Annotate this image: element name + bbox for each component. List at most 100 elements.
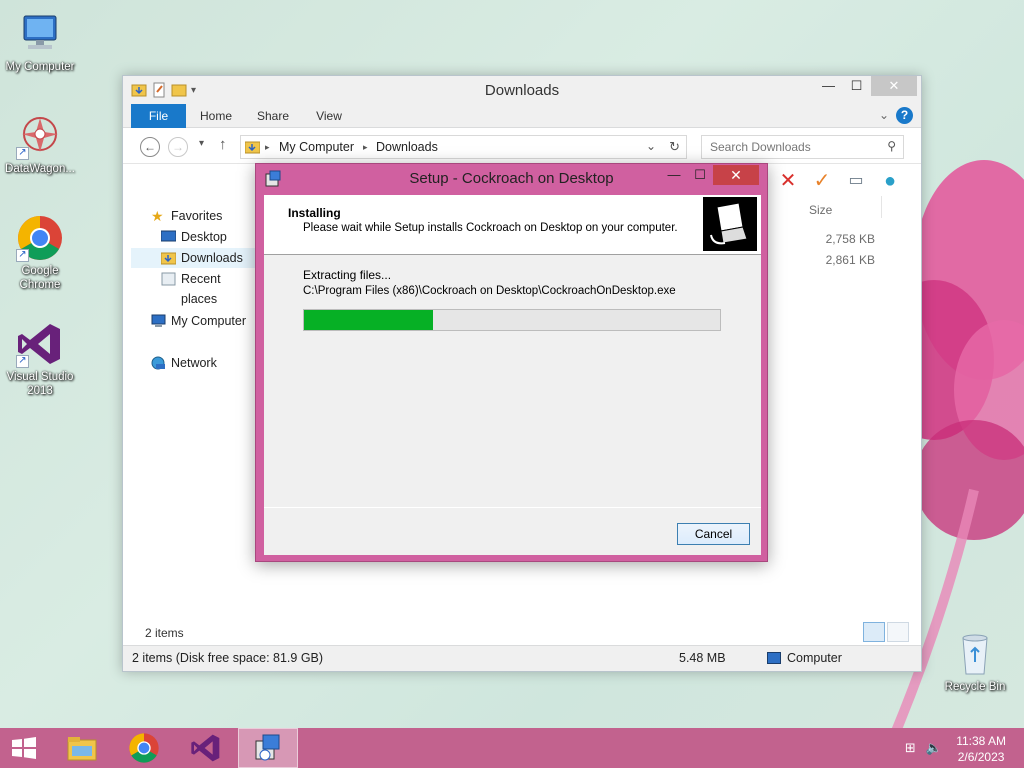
tab-file[interactable]: File [131,104,186,128]
desktop-icon-label: Google Chrome [19,265,61,291]
back-button[interactable]: ← [140,137,160,157]
recent-places-icon [161,272,176,286]
maximize-button[interactable]: ☐ [843,76,870,96]
nav-recent-places[interactable]: Recent places [161,269,255,306]
nav-network[interactable]: Network [151,353,217,373]
details-view-button[interactable] [863,622,885,642]
network-icon [151,356,165,370]
nav-my-computer[interactable]: My Computer [151,311,247,331]
status-location: Computer [787,651,842,665]
search-icon: ⚲ [887,139,896,153]
network-tray-icon[interactable]: ⊞ [905,740,916,756]
datawagon-icon: ↗ [16,112,64,160]
status-size: 5.48 MB [679,651,726,665]
desktop-icon-label: My Computer [5,61,75,73]
installer-icon [255,734,280,761]
crumb-my-computer[interactable]: My Computer [279,140,354,154]
taskbar-visual-studio[interactable] [176,728,236,768]
column-divider [881,196,882,218]
status-computer-icon [767,652,781,664]
crumb-downloads[interactable]: Downloads [376,140,438,154]
crumb-separator: ▸ [265,142,270,152]
shortcut-arrow-icon: ↗ [16,249,29,262]
search-placeholder: Search Downloads [710,140,811,154]
cancel-button[interactable]: Cancel [677,523,750,545]
nav-label: My Computer [171,314,247,328]
nav-favorites[interactable]: ★ Favorites [151,206,223,226]
desktop-icon-datawagon[interactable]: ↗ DataWagon... [0,112,80,176]
close-button[interactable]: ✕ [871,76,917,96]
chrome-icon: ↗ [16,214,64,262]
address-dropdown-icon[interactable]: ⌄ [646,139,656,153]
setup-subheading: Please wait while Setup installs Cockroa… [303,222,678,234]
desktop-icon-chrome[interactable]: ↗ Google Chrome [0,214,80,292]
desktop-icon-visual-studio[interactable]: ↗ Visual Studio 2013 [0,320,80,398]
setup-maximize-button[interactable]: ☐ [687,166,713,186]
system-tray: ⊞ 🔈 [905,740,942,756]
setup-separator [264,507,761,508]
ribbon-expand-icon[interactable]: ⌄ [879,108,889,122]
nav-label: Desktop [181,230,227,244]
shortcut-arrow-icon: ↗ [16,147,29,160]
navigation-pane: ★ Favorites Desktop Downloads Recent pla… [123,197,255,627]
taskbar-clock[interactable]: 11:38 AM 2/6/2023 [956,733,1006,765]
tab-view[interactable]: View [311,104,347,128]
address-bar[interactable]: ▸ My Computer ▸ Downloads ⌄ ↻ [240,135,687,159]
file-size: 2,861 KB [825,253,875,267]
nav-label: Network [171,356,217,370]
taskbar-file-explorer[interactable] [52,728,112,768]
taskbar-chrome[interactable] [114,728,174,768]
folder-icon [245,141,260,154]
refresh-icon[interactable]: ↻ [669,139,680,155]
desktop-icon-my-computer[interactable]: My Computer [0,10,80,74]
nav-label: Downloads [181,251,243,265]
desktop-icon-label: DataWagon... [5,163,75,175]
setup-dialog: Setup - Cockroach on Desktop — ☐ ✕ Insta… [255,163,768,562]
taskbar: ⊞ 🔈 11:38 AM 2/6/2023 [0,728,1024,768]
forward-button[interactable]: → [168,137,188,157]
taskbar-setup[interactable] [238,728,298,768]
volume-icon[interactable]: 🔈 [926,740,942,756]
delete-icon[interactable]: ✕ [775,168,801,194]
setup-close-button[interactable]: ✕ [713,165,759,185]
ribbon-tabs: File Home Share View ⌄ ? [123,104,921,128]
nav-label: Favorites [171,209,223,223]
setup-minimize-button[interactable]: — [661,166,687,186]
tab-home[interactable]: Home [197,104,235,128]
rename-icon[interactable]: ▭ [843,168,869,194]
desktop-icon-recycle-bin[interactable]: Recycle Bin [935,630,1015,694]
extract-status: Extracting files... [303,268,392,282]
item-count: 2 items [145,626,184,640]
explorer-titlebar[interactable]: ▾ Downloads — ☐ ✕ [123,76,921,104]
star-icon: ★ [151,208,164,224]
checkmark-icon[interactable]: ✓ [809,168,835,194]
minimize-button[interactable]: — [815,76,842,96]
explorer-toolbar: ✕ ✓ ▭ ● [775,168,903,194]
shortcut-arrow-icon: ↗ [16,355,29,368]
desktop-icon-label: Visual Studio 2013 [6,371,74,397]
help-icon[interactable]: ? [896,107,913,124]
computer-icon [16,10,64,58]
view-switcher [863,622,909,642]
nav-desktop[interactable]: Desktop [161,227,227,247]
crumb-separator: ▸ [363,142,368,152]
column-size-header[interactable]: Size [809,203,832,217]
start-button-windows-icon[interactable] [8,736,40,760]
address-row: ← → ▾ ↑ ▸ My Computer ▸ Downloads ⌄ ↻ Se… [123,128,921,164]
clock-date: 2/6/2023 [957,750,1005,764]
search-input[interactable]: Search Downloads ⚲ [701,135,904,159]
progress-fill [304,310,433,330]
globe-icon[interactable]: ● [877,168,903,194]
clock-time: 11:38 AM [956,734,1006,748]
recent-locations-icon[interactable]: ▾ [199,138,204,149]
tab-share[interactable]: Share [253,104,293,128]
file-size: 2,758 KB [825,232,875,246]
current-file-path: C:\Program Files (x86)\Cockroach on Desk… [303,285,676,297]
computer-icon [151,314,166,327]
large-icons-view-button[interactable] [887,622,909,642]
nav-downloads[interactable]: Downloads [131,248,255,268]
setup-header: Installing Please wait while Setup insta… [264,195,761,255]
explorer-title: Downloads [484,82,560,99]
up-button[interactable]: ↑ [219,136,227,153]
file-explorer-icon [67,737,97,761]
